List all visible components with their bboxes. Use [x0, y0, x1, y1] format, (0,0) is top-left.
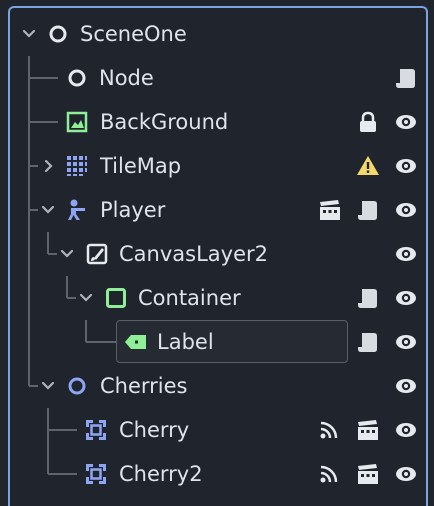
scene-tree-panel: SceneOne Node BackGround TileMap Player … — [0, 0, 434, 506]
lock-icon[interactable] — [358, 111, 378, 133]
eye-visible-icon[interactable] — [395, 156, 417, 176]
chevron-down-icon[interactable] — [39, 377, 57, 395]
warning-icon[interactable] — [356, 155, 380, 177]
tilemap-grid-icon — [67, 156, 87, 176]
tree-row-label: Cherries — [100, 374, 188, 398]
script-icon[interactable] — [356, 198, 378, 222]
character-body-icon — [68, 199, 85, 220]
chevron-down-icon[interactable] — [20, 25, 38, 43]
tree-row-node[interactable]: Node — [10, 56, 426, 100]
label-tag-icon — [125, 335, 146, 349]
instanced-scene-icon[interactable] — [356, 419, 380, 441]
node-circle-icon — [49, 25, 67, 43]
eye-visible-icon[interactable] — [395, 464, 417, 484]
eye-visible-icon[interactable] — [395, 200, 417, 220]
area2d-icon — [86, 464, 106, 484]
tree-row-label: Cherry — [119, 418, 190, 442]
chevron-down-icon[interactable] — [39, 201, 57, 219]
tree-row-canvaslayer2[interactable]: CanvasLayer2 — [10, 232, 426, 276]
tree-row-label: Player — [100, 198, 166, 222]
canvas-layer-icon — [86, 243, 108, 265]
script-icon[interactable] — [356, 330, 378, 354]
signals-icon[interactable] — [319, 464, 339, 484]
tree-row-label-node[interactable]: Label — [10, 320, 426, 364]
instanced-scene-icon[interactable] — [318, 199, 342, 221]
eye-visible-icon[interactable] — [395, 376, 417, 396]
tree-row-player[interactable]: Player — [10, 188, 426, 232]
tree-row-label: Container — [138, 286, 241, 310]
tree-row-label: Node — [99, 66, 154, 90]
node2d-circle-icon — [68, 377, 86, 395]
script-icon[interactable] — [394, 66, 416, 90]
script-icon[interactable] — [356, 286, 378, 310]
eye-visible-icon[interactable] — [395, 288, 417, 308]
instanced-scene-icon[interactable] — [356, 463, 380, 485]
tree-row-label: CanvasLayer2 — [119, 242, 268, 266]
tree-row-label: Cherry2 — [119, 462, 203, 486]
tree-row-container[interactable]: Container — [10, 276, 426, 320]
texture-rect-icon — [66, 111, 88, 133]
eye-visible-icon[interactable] — [395, 244, 417, 264]
node-circle-icon — [68, 69, 86, 87]
tree-row-label: BackGround — [100, 110, 229, 134]
tree-row-label: SceneOne — [80, 22, 187, 46]
tree-row-label: TileMap — [100, 154, 182, 178]
signals-icon[interactable] — [319, 420, 339, 440]
tree-row-label: Label — [157, 330, 214, 354]
tree-row-cherry[interactable]: Cherry — [10, 408, 426, 452]
chevron-right-icon[interactable] — [40, 157, 58, 175]
eye-visible-icon[interactable] — [395, 332, 417, 352]
eye-visible-icon[interactable] — [395, 420, 417, 440]
eye-visible-icon[interactable] — [395, 112, 417, 132]
tree-row-cherry2[interactable]: Cherry2 — [10, 452, 426, 496]
tree-row-sceneone[interactable]: SceneOne — [10, 12, 426, 56]
tree-row-cherries[interactable]: Cherries — [10, 364, 426, 408]
chevron-down-icon[interactable] — [58, 245, 76, 263]
tree-row-tilemap[interactable]: TileMap — [10, 144, 426, 188]
tree-row-background[interactable]: BackGround — [10, 100, 426, 144]
area2d-icon — [86, 420, 106, 440]
chevron-down-icon[interactable] — [77, 289, 95, 307]
container-icon — [106, 288, 126, 308]
